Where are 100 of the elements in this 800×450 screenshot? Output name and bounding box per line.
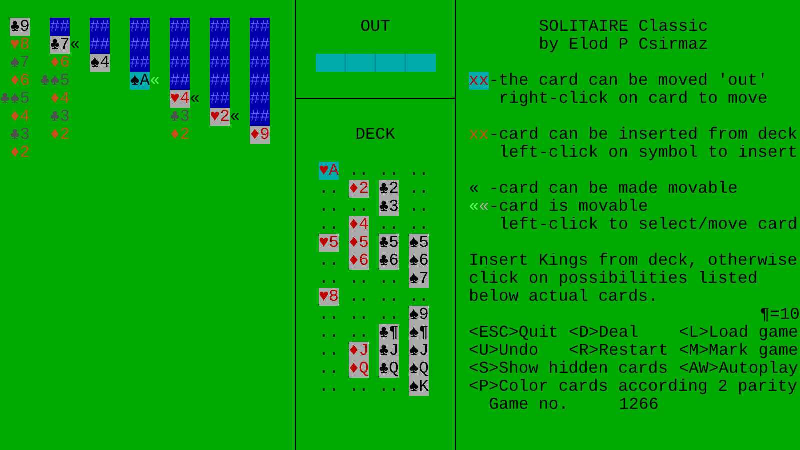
key-command: <M>Mark game [679, 342, 800, 360]
playing-card[interactable]: ♠¶ [409, 324, 429, 342]
move-hint[interactable]: ♦6 [50, 54, 70, 72]
ten-note: ¶=10 [760, 306, 800, 324]
playing-card[interactable]: ♦5 [349, 234, 369, 252]
help-text: Insert Kings from deck, otherwise click on possibilities listed below actual cards. [469, 252, 799, 306]
move-hint[interactable]: ♣3 [50, 108, 70, 126]
game-number-label: Game no. [489, 396, 570, 414]
out-symbol: xx [469, 72, 489, 90]
movable-marker[interactable]: « [150, 72, 160, 90]
empty-slot-dots: .. [349, 306, 369, 324]
empty-slot-dots: .. [319, 378, 339, 396]
card-back: ## [170, 72, 190, 90]
move-hint[interactable]: ♦4 [50, 90, 70, 108]
movable-marker[interactable]: « [190, 90, 200, 108]
playing-card[interactable]: ♣9 [10, 18, 30, 36]
empty-slot-dots: .. [349, 324, 369, 342]
legend-text: -card can be made movable [489, 180, 738, 198]
card-back: ## [250, 54, 270, 72]
move-hint[interactable]: ♦2 [170, 126, 190, 144]
playing-card[interactable]: ♣¶ [379, 324, 399, 342]
empty-slot-dots: .. [349, 288, 369, 306]
playing-card[interactable]: ♠9 [409, 306, 429, 324]
key-command: <P>Color cards according 2 parity [469, 378, 799, 396]
playing-card[interactable]: ♥5 [319, 234, 339, 252]
playing-card[interactable]: ♠7 [409, 270, 429, 288]
move-hint[interactable]: ♣3 [170, 108, 190, 126]
movable-marker[interactable]: « [70, 36, 80, 54]
card-back: ## [250, 18, 270, 36]
playing-card[interactable]: ♥A [319, 162, 339, 180]
legend-text: -the card can be moved 'out' [489, 72, 768, 90]
move-hint[interactable]: ♥8 [10, 36, 30, 54]
movable-marker[interactable]: « [230, 108, 240, 126]
empty-slot-dots: .. [349, 270, 369, 288]
card-back: ## [250, 36, 270, 54]
playing-card[interactable]: ♠6 [409, 252, 429, 270]
empty-slot-dots: .. [379, 162, 399, 180]
card-back: ## [90, 18, 110, 36]
playing-card[interactable]: ♦Q [349, 360, 369, 378]
legend-hint: left-click on symbol to insert [498, 144, 799, 162]
playing-card[interactable]: ♣Q [379, 360, 399, 378]
empty-slot-dots: .. [409, 198, 429, 216]
playing-card[interactable]: ♣5 [379, 234, 399, 252]
playing-card[interactable]: ♥4 [170, 90, 190, 108]
move-hint[interactable]: ♦2 [50, 126, 70, 144]
game-title: SOLITAIRE Classic [538, 18, 710, 36]
author-line: by Elod P Csirmaz [538, 36, 710, 54]
playing-card[interactable]: ♦J [349, 342, 369, 360]
playing-card[interactable]: ♠Q [409, 360, 429, 378]
card-back: ## [50, 18, 70, 36]
card-back: ## [250, 108, 270, 126]
empty-slot-dots: .. [379, 378, 399, 396]
card-back: ## [210, 36, 230, 54]
card-back: ## [210, 18, 230, 36]
playing-card[interactable]: ♣J [379, 342, 399, 360]
playing-card[interactable]: ♦2 [349, 180, 369, 198]
playing-card[interactable]: ♠J [409, 342, 429, 360]
key-command: <U>Undo [469, 342, 540, 360]
card-back: ## [130, 18, 150, 36]
key-command: <AW>Autoplay [679, 360, 800, 378]
card-back: ## [170, 36, 190, 54]
playing-card[interactable]: ♠4 [90, 54, 110, 72]
card-back: ## [130, 36, 150, 54]
move-hint[interactable]: ♣♠5 [40, 72, 70, 90]
move-hint[interactable]: ♣♠5 [0, 90, 30, 108]
playing-card[interactable]: ♦9 [250, 126, 270, 144]
legend-text: -card can be inserted from deck [489, 126, 798, 144]
card-back: ## [170, 54, 190, 72]
empty-slot-dots: .. [319, 180, 339, 198]
empty-slot-dots: .. [409, 288, 429, 306]
movable-symbol: «« [469, 198, 489, 216]
move-hint[interactable]: ♠7 [10, 54, 30, 72]
move-hint[interactable]: ♦2 [10, 144, 30, 162]
playing-card[interactable]: ♣2 [379, 180, 399, 198]
playing-card[interactable]: ♣7 [50, 36, 70, 54]
card-back: ## [210, 90, 230, 108]
empty-slot-dots: .. [319, 324, 339, 342]
move-hint[interactable]: ♦4 [10, 108, 30, 126]
playing-card[interactable]: ♥8 [319, 288, 339, 306]
playing-card[interactable]: ♣6 [379, 252, 399, 270]
empty-slot-dots: .. [319, 198, 339, 216]
move-hint[interactable]: ♦6 [10, 72, 30, 90]
key-command: <L>Load game [679, 324, 800, 342]
empty-slot-dots: .. [349, 378, 369, 396]
playing-card[interactable]: ♥2 [210, 108, 230, 126]
out-pile-area[interactable] [316, 54, 436, 72]
playing-card[interactable]: ♦6 [349, 252, 369, 270]
playing-card[interactable]: ♠5 [409, 234, 429, 252]
playing-card[interactable]: ♠K [409, 378, 429, 396]
playing-card[interactable]: ♣3 [379, 198, 399, 216]
deck-heading: DECK [356, 126, 396, 144]
empty-slot-dots: .. [349, 198, 369, 216]
empty-slot-dots: .. [409, 216, 429, 234]
playing-card[interactable]: ♠A [130, 72, 150, 90]
move-hint[interactable]: ♣3 [10, 126, 30, 144]
empty-slot-dots: .. [319, 216, 339, 234]
playing-card[interactable]: ♦4 [349, 216, 369, 234]
empty-slot-dots: .. [379, 288, 399, 306]
key-command: <ESC>Quit [469, 324, 560, 342]
key-command: <S>Show hidden cards [469, 360, 670, 378]
